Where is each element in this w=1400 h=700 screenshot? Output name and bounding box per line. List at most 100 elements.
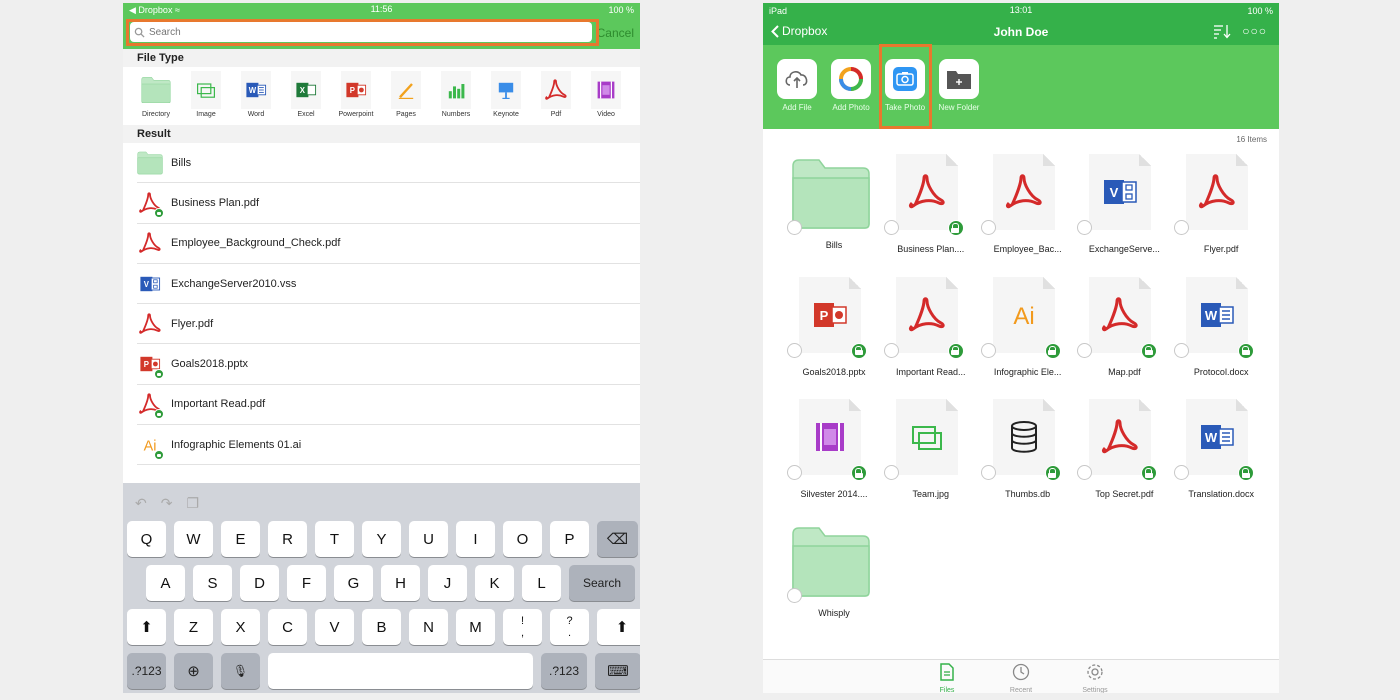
file-item[interactable]: Whisply [767,522,870,640]
tab-recent[interactable]: Recent [1004,660,1038,693]
key-b[interactable]: B [362,609,401,645]
file-type-video[interactable]: Video [581,67,631,125]
result-row[interactable]: Business Plan.pdf [137,183,640,224]
shift-left-icon[interactable]: ⬆ [127,609,166,645]
file-item[interactable]: W Protocol.docx [1154,276,1255,395]
result-row[interactable]: V ExchangeServer2010.vss [137,264,640,305]
select-radio[interactable] [787,220,802,235]
file-item[interactable]: Top Secret.pdf [1057,399,1158,517]
paste-icon[interactable]: ❐ [186,495,199,512]
shift-right-icon[interactable]: ⬆ [597,609,640,645]
file-item[interactable]: P Goals2018.pptx [767,276,867,395]
key-q[interactable]: Q [127,521,166,557]
key-g[interactable]: G [334,565,373,601]
key-p[interactable]: P [550,521,589,557]
tab-files[interactable]: Files [930,660,964,693]
result-row[interactable]: Flyer.pdf [137,304,640,345]
file-item[interactable]: Silvester 2014.... [767,399,868,517]
keyboard-dismiss-icon[interactable]: ⌨ [595,653,640,689]
globe-icon[interactable]: ⊕ [174,653,213,689]
key-f[interactable]: F [287,565,326,601]
select-radio[interactable] [1174,465,1190,480]
select-radio[interactable] [883,342,899,358]
file-type-pdf[interactable]: Pdf [531,67,581,125]
key-a[interactable]: A [146,565,185,601]
file-item[interactable]: Flyer.pdf [1154,154,1250,272]
select-radio[interactable] [1174,220,1190,235]
select-radio[interactable] [980,465,996,480]
file-type-image[interactable]: Image [181,67,231,125]
file-type-pages[interactable]: Pages [381,67,431,125]
key-m[interactable]: M [456,609,495,645]
file-item[interactable]: Bills [767,154,870,272]
back-button[interactable]: Dropbox [771,24,827,38]
cancel-button[interactable]: Cancel [597,26,634,40]
undo-icon[interactable]: ↶ [135,495,147,512]
file-type-numbers[interactable]: Numbers [431,67,481,125]
key-o[interactable]: O [503,521,542,557]
file-item[interactable]: Team.jpg [864,399,960,517]
file-item[interactable]: Ai Infographic Ele... [961,276,1061,395]
select-radio[interactable] [980,342,996,358]
key-z[interactable]: Z [174,609,213,645]
search-key[interactable]: Search [569,565,635,601]
back-to-app[interactable]: ◀ Dropbox ≈ [129,5,180,16]
key-j[interactable]: J [428,565,467,601]
select-radio[interactable] [1077,465,1093,480]
file-type-powerpoint[interactable]: P Powerpoint [331,67,381,125]
file-type-keynote[interactable]: Keynote [481,67,531,125]
select-radio[interactable] [883,465,899,480]
file-item[interactable]: Thumbs.db [961,399,1061,517]
file-item[interactable]: Map.pdf [1057,276,1158,395]
key-u[interactable]: U [409,521,448,557]
result-row[interactable]: Important Read.pdf [137,385,640,426]
file-item[interactable]: Important Read... [864,276,966,395]
new-folder-button[interactable]: New Folder [938,45,980,129]
select-radio[interactable] [787,465,802,480]
select-radio[interactable] [1077,342,1093,358]
numbers-key-right[interactable]: .?123 [541,653,587,689]
key-s[interactable]: S [193,565,232,601]
more-icon[interactable]: ○○○ [1242,24,1267,38]
redo-icon[interactable]: ↷ [161,495,173,512]
key-n[interactable]: N [409,609,448,645]
numbers-key-left[interactable]: .?123 [127,653,166,689]
file-type-directory[interactable]: Directory [131,67,181,125]
key-d[interactable]: D [240,565,279,601]
key-i[interactable]: I [456,521,495,557]
result-row[interactable]: Bills [137,143,640,184]
space-bar[interactable] [268,653,533,689]
key-punct[interactable]: !, [503,609,542,645]
key-w[interactable]: W [174,521,213,557]
result-row[interactable]: P Goals2018.pptx [137,344,640,385]
sort-icon[interactable] [1213,24,1231,39]
delete-icon[interactable]: ⌫ [597,521,638,557]
key-c[interactable]: C [268,609,307,645]
file-item[interactable]: Employee_Bac... [961,154,1062,272]
select-radio[interactable] [1174,342,1190,358]
key-v[interactable]: V [315,609,354,645]
key-t[interactable]: T [315,521,354,557]
key-h[interactable]: H [381,565,420,601]
select-radio[interactable] [787,587,802,603]
microphone-icon[interactable]: 🎙 [221,653,260,689]
select-radio[interactable] [883,220,899,235]
key-k[interactable]: K [475,565,514,601]
key-r[interactable]: R [268,521,307,557]
add-file-button[interactable]: Add File [776,45,818,129]
result-row[interactable]: Employee_Background_Check.pdf [137,224,640,264]
file-type-excel[interactable]: X Excel [281,67,331,125]
add-photo-button[interactable]: Add Photo [830,45,872,129]
key-punct[interactable]: ?. [550,609,589,645]
file-item[interactable]: W Translation.docx [1154,399,1255,517]
file-item[interactable]: Business Plan.... [864,154,964,272]
select-radio[interactable] [980,220,996,235]
select-radio[interactable] [1077,220,1093,235]
key-x[interactable]: X [221,609,260,645]
key-e[interactable]: E [221,521,260,557]
select-radio[interactable] [787,342,802,358]
result-row[interactable]: Ai Infographic Elements 01.ai [137,425,640,466]
key-l[interactable]: L [522,565,561,601]
key-y[interactable]: Y [362,521,401,557]
file-type-word[interactable]: W Word [231,67,281,125]
